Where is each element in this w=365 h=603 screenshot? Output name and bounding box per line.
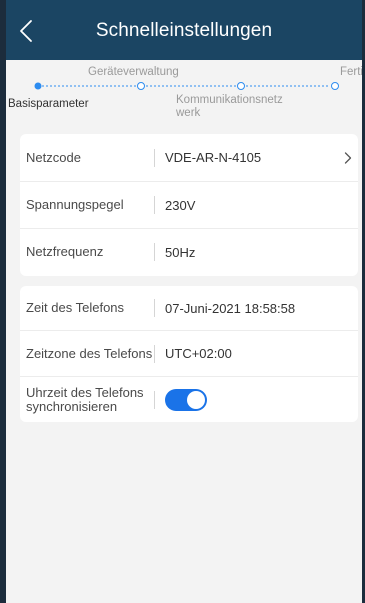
phone-timezone-row[interactable]: Zeitzone des Telefons UTC+02:00 xyxy=(20,330,358,376)
phone-timezone-value: UTC+02:00 xyxy=(165,346,232,361)
page-title: Schnelleinstellungen xyxy=(95,20,273,41)
grid-settings-card: Netzcode VDE-AR-N-4105 Spannungspegel 23… xyxy=(20,134,358,276)
toggle-knob xyxy=(187,390,205,409)
app-screen: Schnelleinstellungen Geräteverwaltung Fe… xyxy=(0,0,365,603)
netzcode-label: Netzcode xyxy=(26,149,81,165)
step-label-geraeteverwaltung: Geräteverwaltung xyxy=(88,66,179,78)
step-label-kommunikationsnetzwerk: Kommunikationsnetz werk xyxy=(176,94,283,119)
title-bar: Schnelleinstellungen xyxy=(6,0,362,60)
sync-time-row: Uhrzeit des Telefons synchronisieren xyxy=(20,376,358,422)
sync-time-toggle[interactable] xyxy=(165,388,207,411)
phone-timezone-label: Zeitzone des Telefons xyxy=(26,345,153,361)
spannungspegel-row[interactable]: Spannungspegel 230V xyxy=(20,181,358,228)
row-divider xyxy=(154,390,155,409)
row-divider xyxy=(154,196,155,214)
phone-time-label: Zeit des Telefons xyxy=(26,300,125,315)
step-dot-kommunikationsnetzwerk xyxy=(237,82,245,90)
row-divider xyxy=(154,299,155,317)
phone-time-row[interactable]: Zeit des Telefons 07-Juni-2021 18:58:58 xyxy=(20,286,358,330)
phone-time-value: 07-Juni-2021 18:58:58 xyxy=(165,300,296,316)
spannungspegel-value: 230V xyxy=(165,197,196,213)
sync-time-label: Uhrzeit des Telefons synchronisieren xyxy=(26,384,144,414)
step-dot-geraeteverwaltung xyxy=(137,82,145,90)
netzcode-value: VDE-AR-N-4105 xyxy=(165,150,262,165)
row-divider xyxy=(154,344,155,363)
netzfrequenz-row[interactable]: Netzfrequenz 50Hz xyxy=(20,228,358,275)
setup-stepper: Geräteverwaltung Fertig Basisparameter K… xyxy=(6,60,362,128)
row-divider xyxy=(154,243,155,261)
netzcode-row[interactable]: Netzcode VDE-AR-N-4105 xyxy=(20,134,358,181)
netzfrequenz-label: Netzfrequenz xyxy=(26,244,104,259)
step-label-fertig: Fertig xyxy=(340,66,363,78)
spannungspegel-label: Spannungspegel xyxy=(26,197,124,212)
step-dot-basisparameter xyxy=(34,82,42,90)
chevron-right-icon xyxy=(344,151,352,164)
stepper-track xyxy=(34,82,339,90)
netzfrequenz-value: 50Hz xyxy=(165,244,196,260)
time-settings-card: Zeit des Telefons 07-Juni-2021 18:58:58 … xyxy=(20,286,358,422)
row-divider xyxy=(154,148,155,167)
step-dot-fertig xyxy=(331,82,339,90)
step-label-basisparameter: Basisparameter xyxy=(8,98,89,110)
